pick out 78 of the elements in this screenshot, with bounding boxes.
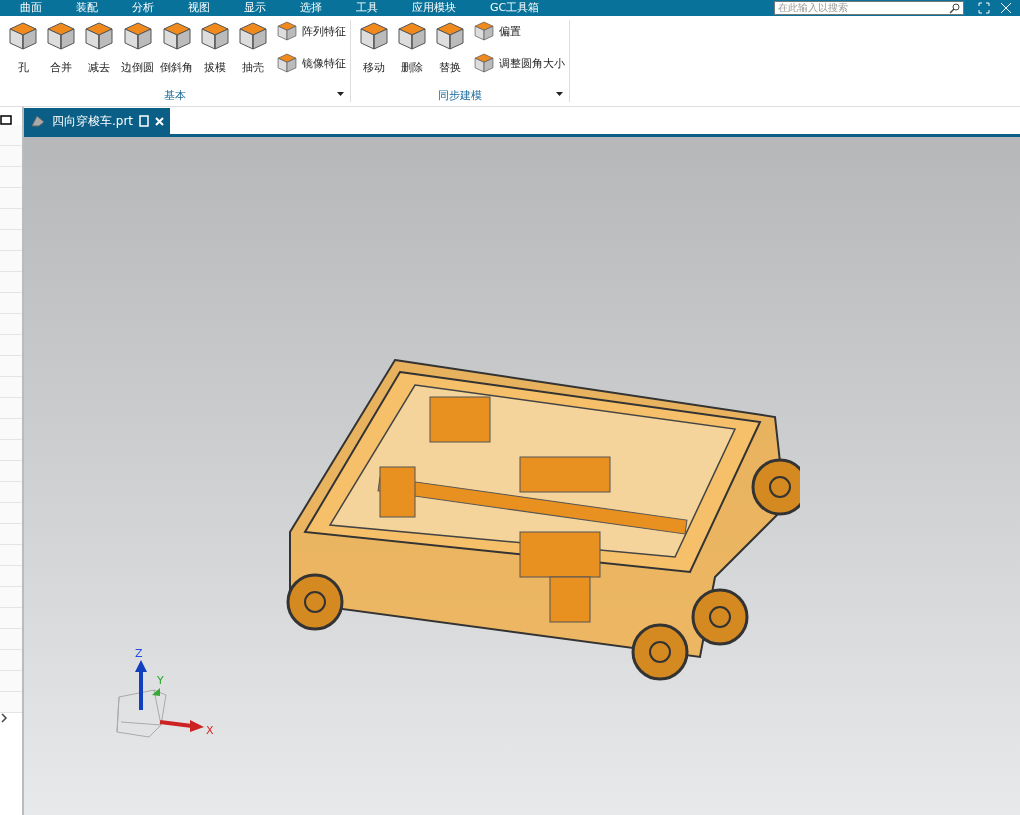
list-row[interactable]: [0, 545, 22, 566]
list-row[interactable]: [0, 314, 22, 335]
ribbon-button[interactable]: 移动: [355, 20, 393, 75]
tool-icon: [121, 20, 154, 52]
list-row[interactable]: [0, 419, 22, 440]
edit-icon[interactable]: [139, 115, 150, 127]
ribbon-button[interactable]: 删除: [393, 20, 431, 75]
ribbon-button[interactable]: 抽壳: [234, 20, 272, 75]
group-label: 同步建模: [438, 87, 482, 103]
search-icon: [949, 2, 960, 14]
tool-icon: [276, 52, 298, 74]
maximize-icon[interactable]: [978, 2, 990, 14]
tool-icon: [358, 20, 390, 52]
list-row[interactable]: [0, 146, 22, 167]
tool-icon: [473, 20, 495, 42]
tool-icon: [237, 20, 269, 52]
menu-tab[interactable]: 应用模块: [412, 0, 456, 16]
menu-tab[interactable]: 显示: [244, 0, 266, 16]
list-row[interactable]: [0, 188, 22, 209]
list-row[interactable]: [0, 167, 22, 188]
list-row[interactable]: [0, 503, 22, 524]
list-row[interactable]: [0, 356, 22, 377]
part-icon: [30, 114, 46, 128]
dropdown-icon[interactable]: [556, 92, 563, 96]
list-row[interactable]: [0, 671, 22, 692]
window-icon[interactable]: [0, 115, 12, 125]
list-row[interactable]: [0, 524, 22, 545]
ribbon-button[interactable]: 减去: [80, 20, 118, 75]
tool-icon: [45, 20, 77, 52]
menu-tab[interactable]: 工具: [356, 0, 378, 16]
list-row[interactable]: [0, 461, 22, 482]
ribbon-button[interactable]: 镜像特征: [276, 52, 346, 74]
ribbon-button[interactable]: 孔: [4, 20, 42, 75]
list-row[interactable]: [0, 293, 22, 314]
list-row[interactable]: [0, 272, 22, 293]
ribbon-button[interactable]: 调整圆角大小: [473, 52, 565, 74]
ribbon-button[interactable]: 合并: [42, 20, 80, 75]
chevron-right-icon[interactable]: [0, 713, 8, 723]
group-label: 基本: [164, 87, 186, 103]
menu-tab[interactable]: 选择: [300, 0, 322, 16]
list-row[interactable]: [0, 440, 22, 461]
list-row[interactable]: [0, 230, 22, 251]
list-row[interactable]: [0, 398, 22, 419]
list-row[interactable]: [0, 335, 22, 356]
axis-triad-drawing: Z Y X: [94, 642, 219, 747]
tool-icon: [276, 20, 298, 42]
ribbon-button[interactable]: 拔模: [196, 20, 234, 75]
tool-icon: [83, 20, 115, 52]
menu-tab[interactable]: 曲面: [20, 0, 42, 16]
list-row[interactable]: [0, 566, 22, 587]
ribbon-button[interactable]: 倒斜角: [157, 20, 196, 75]
list-row[interactable]: [0, 608, 22, 629]
graphics-viewport[interactable]: Z Y X: [24, 137, 1020, 815]
menu-tab[interactable]: 分析: [132, 0, 154, 16]
list-row[interactable]: [0, 587, 22, 608]
list-row[interactable]: [0, 209, 22, 230]
close-icon[interactable]: [155, 116, 165, 126]
menu-tab[interactable]: GC工具箱: [490, 0, 540, 16]
list-row[interactable]: [0, 650, 22, 671]
tool-icon: [199, 20, 231, 52]
ribbon-button[interactable]: 替换: [431, 20, 469, 75]
list-row[interactable]: [0, 629, 22, 650]
menu-tab[interactable]: 视图: [188, 0, 210, 16]
menu-tab[interactable]: 装配: [76, 0, 98, 16]
list-row[interactable]: [0, 482, 22, 503]
tool-icon: [473, 52, 495, 74]
tool-icon: [160, 20, 193, 52]
ribbon-button[interactable]: 边倒圆: [118, 20, 157, 75]
list-row[interactable]: [0, 251, 22, 272]
tool-icon: [396, 20, 428, 52]
close-icon[interactable]: [1000, 2, 1012, 14]
dropdown-icon[interactable]: [337, 92, 344, 96]
list-row[interactable]: [0, 377, 22, 398]
ribbon-button[interactable]: 阵列特征: [276, 20, 346, 42]
document-tab[interactable]: 四向穿梭车.prt: [24, 108, 171, 134]
tool-icon: [7, 20, 39, 52]
tool-icon: [434, 20, 466, 52]
ribbon-button[interactable]: 偏置: [473, 20, 565, 42]
